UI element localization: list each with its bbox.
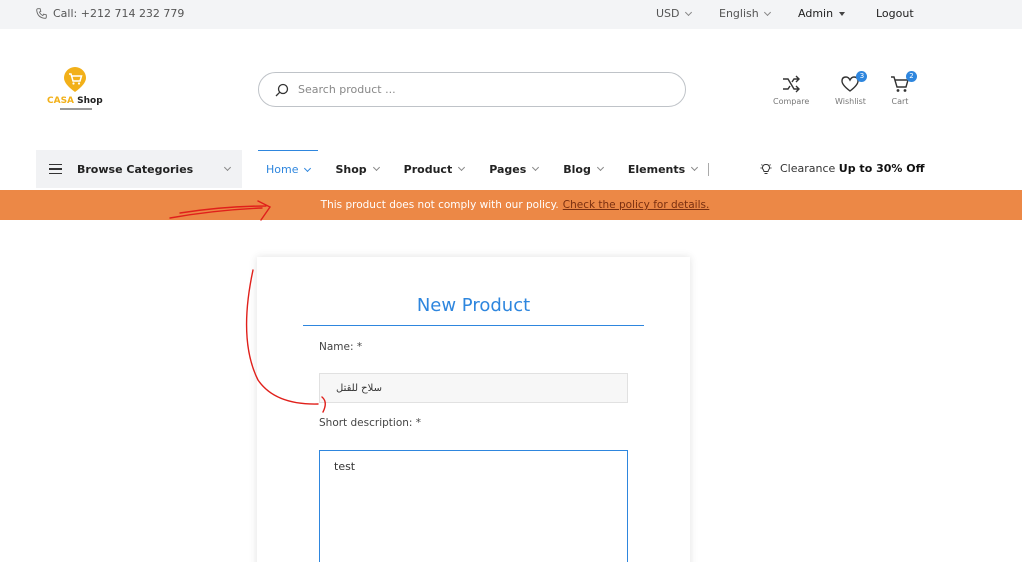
logout-link[interactable]: Logout: [876, 7, 914, 20]
nav-item-shop[interactable]: Shop: [327, 150, 386, 188]
cart-count-badge: 2: [906, 71, 917, 82]
brand-tagline-mark: [60, 108, 92, 110]
compare-button[interactable]: Compare: [773, 74, 809, 106]
chevron-down-icon: [596, 163, 604, 172]
wishlist-icon-wrap: 3: [839, 71, 868, 94]
chevron-down-icon: [691, 163, 699, 172]
cart-label: Cart: [891, 97, 909, 106]
cart-button[interactable]: 2 Cart: [889, 71, 917, 106]
nav-item-label: Shop: [335, 162, 367, 176]
main-nav: Home Shop Product Pages Blog Elements: [258, 150, 714, 188]
chevron-down-icon: [684, 8, 692, 16]
short-description-textarea[interactable]: test: [319, 450, 628, 562]
description-label: Short description: *: [319, 417, 422, 429]
chevron-down-icon: [304, 164, 312, 172]
language-label: English: [719, 7, 759, 20]
lightbulb-icon: [760, 163, 772, 174]
nav-item-label: Elements: [627, 162, 686, 176]
wishlist-count-badge: 3: [856, 71, 868, 82]
browse-categories-button[interactable]: Browse Categories: [36, 150, 242, 188]
nav-item-label: Product: [403, 162, 453, 176]
language-selector[interactable]: English: [719, 7, 771, 20]
phone-contact[interactable]: Call: +212 714 232 779: [36, 7, 184, 20]
nav-divider: [708, 163, 709, 176]
brand-name: CASA Shop: [47, 96, 103, 106]
logout-label: Logout: [876, 7, 914, 20]
name-label: Name: *: [319, 341, 363, 353]
nav-item-pages[interactable]: Pages: [481, 150, 546, 188]
shuffle-compare-icon: [783, 75, 801, 93]
search-bar[interactable]: [258, 72, 686, 107]
clearance-offer: Up to 30% Off: [838, 162, 925, 175]
brand-name-part1: CASA: [47, 96, 75, 106]
nav-item-blog[interactable]: Blog: [555, 150, 611, 188]
nav-item-elements[interactable]: Elements: [620, 150, 705, 188]
title-divider: [303, 325, 644, 326]
currency-selector[interactable]: USD: [656, 7, 692, 20]
nav-item-home[interactable]: Home: [258, 150, 319, 188]
cart-icon-wrap: 2: [889, 71, 917, 94]
currency-label: USD: [656, 7, 680, 20]
clearance-prefix: Clearance: [780, 162, 836, 175]
nav-item-label: Pages: [489, 162, 527, 176]
top-bar: Call: +212 714 232 779 USD English Admin…: [0, 0, 1022, 29]
hamburger-icon: [49, 164, 62, 174]
new-product-form: New Product Name: * Short description: *…: [257, 257, 690, 562]
nav-item-label: Blog: [563, 162, 591, 176]
search-icon[interactable]: [275, 83, 289, 97]
phone-icon: [36, 8, 47, 19]
chevron-down-icon: [372, 163, 380, 172]
product-name-input[interactable]: [319, 373, 628, 403]
alert-message: This product does not comply with our po…: [320, 199, 559, 211]
nav-item-label: Home: [266, 163, 299, 176]
phone-text: Call: +212 714 232 779: [53, 7, 185, 20]
chevron-down-icon: [458, 163, 466, 172]
caret-down-icon: [839, 11, 846, 16]
search-input[interactable]: [298, 83, 658, 96]
nav-item-product[interactable]: Product: [396, 150, 473, 188]
site-logo[interactable]: CASA Shop: [44, 66, 108, 114]
chevron-down-icon: [223, 163, 232, 172]
chevron-down-icon: [763, 8, 771, 16]
form-title: New Product: [416, 295, 531, 316]
wishlist-label: Wishlist: [835, 97, 866, 106]
browse-categories-label: Browse Categories: [77, 162, 194, 176]
wishlist-button[interactable]: 3 Wishlist: [835, 71, 868, 106]
chevron-down-icon: [532, 163, 540, 172]
cart-pin-logo-icon: [64, 67, 86, 92]
account-menu[interactable]: Admin: [798, 7, 846, 20]
account-label: Admin: [798, 7, 834, 20]
brand-name-part2: Shop: [77, 96, 103, 106]
clearance-text: Clearance Up to 30% Off: [780, 162, 925, 175]
policy-details-link[interactable]: Check the policy for details.: [563, 199, 710, 211]
policy-alert-banner: This product does not comply with our po…: [0, 190, 1022, 220]
clearance-link[interactable]: Clearance Up to 30% Off: [760, 162, 925, 175]
compare-label: Compare: [773, 97, 810, 106]
